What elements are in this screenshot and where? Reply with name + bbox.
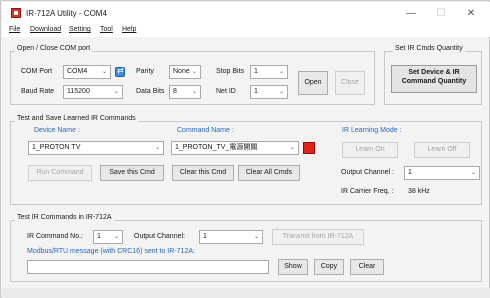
output-channel-select[interactable]: 1 ⌄: [404, 166, 480, 180]
device-name-value: 1_PROTON TV: [32, 144, 81, 151]
window-title: IR-712A Utility - COM4: [26, 9, 107, 18]
data-bits-select[interactable]: 8 ⌄: [169, 85, 201, 99]
chevron-down-icon: ⌄: [191, 89, 197, 95]
data-bits-label: Data Bits: [136, 88, 165, 95]
ir-command-no-value: 1: [97, 233, 101, 240]
baud-rate-label: Baud Rate: [21, 88, 55, 95]
baud-rate-value: 115200: [67, 88, 90, 95]
chevron-down-icon: ⌄: [154, 145, 160, 151]
stop-bits-value: 1: [254, 68, 258, 75]
net-id-label: Net ID: [216, 88, 236, 95]
menu-setting[interactable]: Setting: [69, 26, 91, 33]
data-bits-value: 8: [173, 88, 177, 95]
baud-rate-select[interactable]: 115200 ⌄: [63, 85, 123, 99]
com-port-value: COM4: [67, 68, 88, 75]
close-window-button[interactable]: ✕: [456, 6, 486, 22]
com-port-group-title: Open / Close COM port: [15, 45, 93, 52]
chevron-down-icon: ⌄: [470, 170, 476, 176]
minimize-button[interactable]: —: [396, 6, 426, 22]
maximize-button[interactable]: ☐: [426, 6, 456, 22]
chevron-down-icon: ⌄: [278, 89, 284, 95]
command-name-label: Command Name :: [177, 127, 234, 134]
chevron-down-icon: ⌄: [289, 145, 295, 151]
set-quantity-line2: Command Quantity: [401, 78, 467, 85]
clear-all-cmds-button[interactable]: Clear All Cmds: [238, 165, 300, 181]
menu-help[interactable]: Help: [122, 26, 136, 33]
output-channel-value: 1: [408, 169, 412, 176]
device-name-select[interactable]: 1_PROTON TV ⌄: [28, 141, 164, 155]
test-output-channel-label: Output Channel:: [134, 233, 185, 240]
learn-on-button[interactable]: Learn On: [342, 142, 398, 158]
modbus-message-field[interactable]: [27, 260, 269, 274]
command-status-swatch: [303, 142, 315, 154]
ir-command-no-select[interactable]: 1 ⌄: [93, 230, 123, 244]
test-output-channel-value: 1: [203, 233, 207, 240]
com-port-select[interactable]: COM4 ⌄: [63, 65, 111, 79]
menu-file[interactable]: File: [9, 26, 20, 33]
transmit-button[interactable]: Transmit from IR-712A: [272, 229, 364, 245]
clear-cmd-button[interactable]: Clear this Cmd: [172, 165, 234, 181]
parity-value: None: [173, 68, 190, 75]
device-name-label: Device Name :: [34, 127, 80, 134]
set-quantity-line1: Set Device & IR: [408, 69, 460, 76]
app-icon: [11, 8, 21, 18]
save-cmd-button[interactable]: Save this Cmd: [100, 165, 164, 181]
menu-tool[interactable]: Tool: [100, 26, 113, 33]
stop-bits-label: Stop Bits: [216, 68, 245, 75]
command-name-select[interactable]: 1_PROTON_TV_電源開關 ⌄: [171, 141, 299, 155]
net-id-value: 1: [254, 88, 258, 95]
test-group-title: Test IR Commands in IR-712A: [15, 214, 114, 221]
learn-group-title: Test and Save Learned IR Commands: [15, 115, 138, 122]
show-button[interactable]: Show: [278, 259, 308, 275]
refresh-icon[interactable]: [115, 66, 125, 77]
command-name-value: 1_PROTON_TV_電源開關: [175, 144, 258, 151]
chevron-down-icon: ⌄: [191, 69, 197, 75]
test-output-channel-select[interactable]: 1 ⌄: [199, 230, 263, 244]
chevron-down-icon: ⌄: [253, 234, 259, 240]
carrier-freq-label: IR Carrier Freq. :: [341, 188, 394, 195]
clear-button[interactable]: Clear: [350, 259, 384, 275]
run-command-button[interactable]: Run Command: [28, 165, 92, 181]
ir-command-no-label: IR Command No.:: [27, 233, 84, 240]
output-channel-label: Output Channel :: [341, 169, 394, 176]
menu-bar: File Download Setting Tool Help: [2, 24, 490, 37]
set-quantity-button[interactable]: Set Device & IR Command Quantity: [391, 65, 477, 93]
close-port-button[interactable]: Close: [335, 71, 365, 95]
carrier-freq-value: 38 kHz: [408, 188, 430, 195]
title-bar[interactable]: IR-712A Utility - COM4 — ☐ ✕: [2, 2, 490, 24]
chevron-down-icon: ⌄: [113, 234, 119, 240]
com-port-label: COM Port: [21, 68, 53, 75]
net-id-select[interactable]: 1 ⌄: [250, 85, 288, 99]
copy-button[interactable]: Copy: [314, 259, 344, 275]
chevron-down-icon: ⌄: [278, 69, 284, 75]
chevron-down-icon: ⌄: [101, 69, 107, 75]
learning-mode-label: IR Learning Mode :: [342, 127, 402, 134]
status-strip: [2, 288, 490, 298]
app-window: IR-712A Utility - COM4 — ☐ ✕ File Downlo…: [0, 0, 490, 298]
chevron-down-icon: ⌄: [113, 89, 119, 95]
menu-download[interactable]: Download: [30, 26, 61, 33]
modbus-message-label: Modbus/RTU message (with CRC16) sent to …: [27, 248, 195, 255]
parity-select[interactable]: None ⌄: [169, 65, 201, 79]
parity-label: Parity: [136, 68, 154, 75]
learn-off-button[interactable]: Learn Off: [414, 142, 470, 158]
open-port-button[interactable]: Open: [298, 71, 328, 95]
stop-bits-select[interactable]: 1 ⌄: [250, 65, 288, 79]
ir-quantity-group-title: Set IR Cmds Quantity: [393, 45, 465, 52]
